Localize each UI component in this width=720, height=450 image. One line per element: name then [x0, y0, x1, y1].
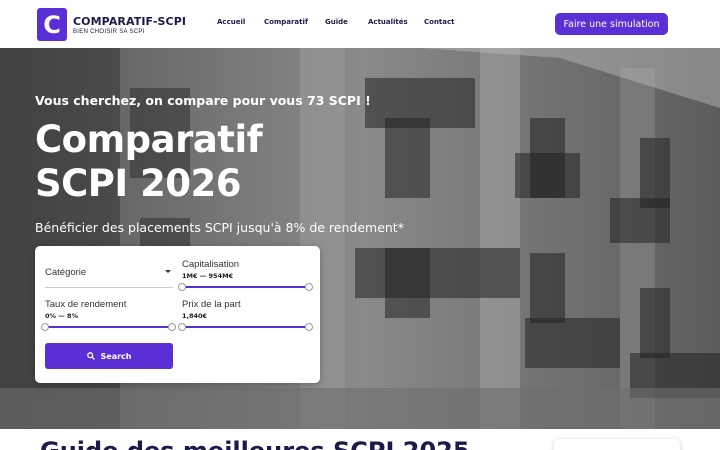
simulation-button[interactable]: Faire une simulation: [555, 13, 668, 35]
category-select[interactable]: Catégorie: [45, 267, 86, 278]
capitalisation-slider[interactable]: [182, 286, 310, 288]
capitalisation-value: 1M€ — 954M€: [182, 272, 234, 280]
guide-section: Guide des meilleures SCPI 2025: [0, 429, 720, 450]
taux-label: Taux de rendement: [45, 299, 127, 310]
guide-title: Guide des meilleures SCPI 2025: [40, 437, 470, 450]
nav-link-contact[interactable]: Contact: [424, 18, 455, 26]
prix-value: 1,840€: [182, 312, 208, 320]
taux-slider[interactable]: [45, 326, 173, 328]
prix-max-handle[interactable]: [305, 323, 313, 331]
hero-title: Comparatif SCPI 2026: [35, 118, 263, 205]
capitalisation-max-handle[interactable]: [305, 283, 313, 291]
prix-slider[interactable]: [182, 326, 310, 328]
search-icon: [86, 352, 95, 360]
nav-link-accueil[interactable]: Accueil: [217, 18, 245, 26]
hero-subtitle: Bénéficier des placements SCPI jusqu'à 8…: [35, 220, 404, 235]
side-card: [554, 439, 680, 450]
hero-kicker: Vous cherchez, on compare pour vous 73 S…: [35, 93, 371, 108]
capitalisation-min-handle[interactable]: [178, 283, 186, 291]
search-button-label: Search: [100, 351, 132, 361]
taux-value: 0% — 8%: [45, 312, 79, 320]
search-button[interactable]: Search: [45, 343, 173, 369]
prix-label: Prix de la part: [182, 299, 241, 310]
nav-link-guide[interactable]: Guide: [325, 18, 348, 26]
site-header: C COMPARATIF-SCPI BIEN CHOISIR SA SCPI A…: [0, 0, 720, 48]
nav-link-comparatif[interactable]: Comparatif: [264, 18, 308, 26]
search-card: Catégorie Capitalisation 1M€ — 954M€ Tau…: [35, 246, 320, 383]
taux-max-handle[interactable]: [168, 323, 176, 331]
prix-min-handle[interactable]: [178, 323, 186, 331]
capitalisation-label: Capitalisation: [182, 259, 240, 270]
taux-min-handle[interactable]: [41, 323, 49, 331]
chevron-down-icon[interactable]: [165, 270, 171, 273]
nav-link-actualites[interactable]: Actualités: [368, 18, 408, 26]
